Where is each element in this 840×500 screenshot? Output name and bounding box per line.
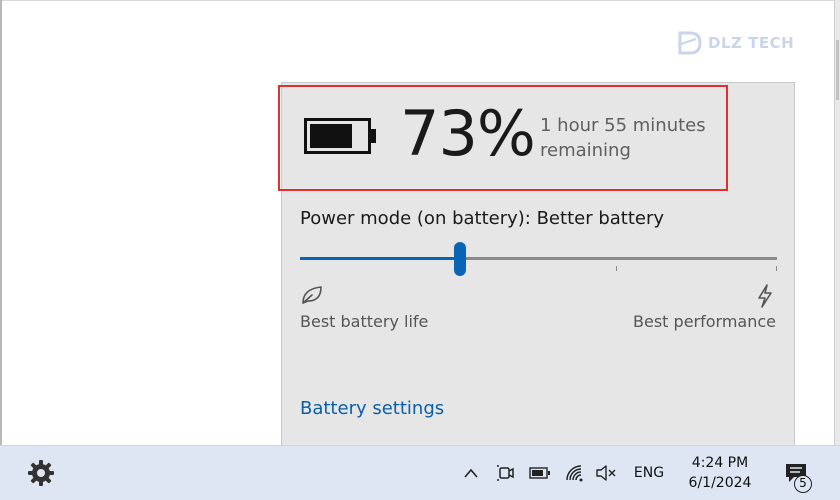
notification-count-badge: 5 — [794, 475, 812, 493]
gear-icon — [28, 460, 54, 486]
window-frame-left — [0, 0, 2, 445]
time-remaining-line1: 1 hour 55 minutes — [540, 115, 706, 136]
taskbar: ENG 4:24 PM 6/1/2024 — [0, 445, 840, 500]
time-remaining-line2: remaining — [540, 140, 631, 161]
watermark-text: DLZ TECH — [708, 34, 795, 52]
scrollbar-thumb[interactable] — [836, 40, 839, 100]
best-battery-life-label: Best battery life — [300, 312, 429, 331]
settings-button[interactable] — [22, 446, 60, 500]
chevron-up-icon — [464, 468, 478, 478]
volume-button[interactable] — [592, 446, 620, 500]
battery-tray-icon — [529, 467, 550, 479]
power-mode-slider-thumb[interactable] — [453, 242, 466, 276]
show-hidden-icons-button[interactable] — [458, 446, 484, 500]
window-frame-top — [0, 0, 840, 1]
volume-muted-icon — [596, 465, 616, 481]
slider-tick — [776, 266, 777, 271]
battery-percentage: 73% — [400, 97, 536, 170]
battery-tray-button[interactable] — [526, 446, 554, 500]
clock[interactable]: 4:24 PM 6/1/2024 — [678, 446, 762, 500]
notification-center-button[interactable] — [774, 446, 818, 500]
meet-now-button[interactable] — [492, 446, 518, 500]
input-language-indicator[interactable]: ENG — [630, 446, 668, 500]
power-mode-label: Power mode (on battery): Better battery — [300, 208, 665, 229]
meet-now-icon — [497, 465, 514, 481]
time-remaining: 1 hour 55 minutes remaining — [540, 113, 720, 163]
slider-tick — [616, 266, 618, 271]
lightning-icon — [758, 284, 772, 308]
best-performance-label: Best performance — [633, 312, 776, 331]
battery-settings-link[interactable]: Battery settings — [300, 398, 444, 419]
logo-icon — [677, 31, 702, 55]
watermark-logo: DLZ TECH — [672, 25, 796, 61]
network-button[interactable] — [562, 446, 588, 500]
wifi-icon — [566, 465, 583, 482]
scrollbar[interactable] — [834, 0, 840, 445]
clock-time: 4:24 PM — [691, 455, 749, 471]
power-mode-slider-fill — [300, 257, 460, 260]
clock-date: 6/1/2024 — [688, 475, 752, 491]
leaf-icon — [302, 286, 322, 304]
battery-icon — [304, 118, 376, 154]
